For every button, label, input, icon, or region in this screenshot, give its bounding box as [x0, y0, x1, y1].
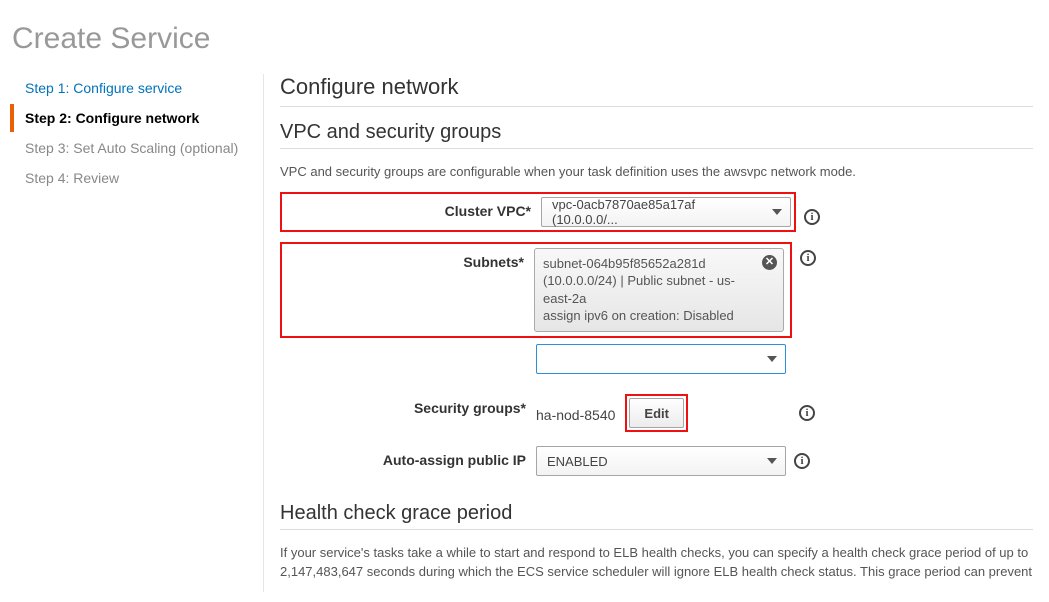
auto-ip-value: ENABLED	[547, 454, 608, 469]
remove-subnet-icon[interactable]: ✕	[762, 255, 777, 270]
vpc-hint: VPC and security groups are configurable…	[280, 163, 1033, 182]
security-groups-label: Security groups*	[280, 394, 536, 416]
chevron-down-icon	[767, 356, 777, 362]
auto-ip-select[interactable]: ENABLED	[536, 446, 786, 476]
wizard-steps-sidebar: Step 1: Configure service Step 2: Config…	[10, 74, 264, 592]
step-2-configure-network[interactable]: Step 2: Configure network	[10, 104, 253, 132]
subnet-tag: subnet-064b95f85652a281d (10.0.0.0/24) |…	[534, 248, 784, 332]
subnet-id: subnet-064b95f85652a281d	[543, 255, 755, 273]
cluster-vpc-label: Cluster VPC*	[285, 197, 541, 219]
subnets-add-select[interactable]	[536, 344, 786, 374]
subnet-desc: (10.0.0.0/24) | Public subnet - us-east-…	[543, 272, 755, 307]
section-title: Configure network	[280, 74, 1033, 100]
info-icon[interactable]: i	[800, 250, 816, 266]
page-title: Create Service	[10, 22, 1039, 56]
vpc-section-title: VPC and security groups	[280, 121, 1033, 144]
chevron-down-icon	[767, 458, 777, 464]
subnets-label: Subnets*	[278, 248, 534, 270]
auto-ip-label: Auto-assign public IP	[280, 446, 536, 468]
step-4-review[interactable]: Step 4: Review	[10, 164, 253, 192]
info-icon[interactable]: i	[799, 405, 815, 421]
cluster-vpc-select[interactable]: vpc-0acb7870ae85a17af (10.0.0.0/...	[541, 197, 791, 227]
chevron-down-icon	[772, 209, 782, 215]
subnet-ipv6: assign ipv6 on creation: Disabled	[543, 307, 755, 325]
health-section-text: If your service's tasks take a while to …	[280, 544, 1033, 582]
cluster-vpc-value: vpc-0acb7870ae85a17af (10.0.0.0/...	[552, 197, 764, 227]
info-icon[interactable]: i	[804, 209, 820, 225]
step-1-configure-service[interactable]: Step 1: Configure service	[10, 74, 253, 102]
info-icon[interactable]: i	[794, 453, 810, 469]
security-group-value: ha-nod-8540	[536, 403, 615, 423]
step-3-auto-scaling[interactable]: Step 3: Set Auto Scaling (optional)	[10, 134, 253, 162]
edit-security-group-button[interactable]: Edit	[629, 398, 684, 428]
health-section-title: Health check grace period	[280, 502, 1033, 525]
